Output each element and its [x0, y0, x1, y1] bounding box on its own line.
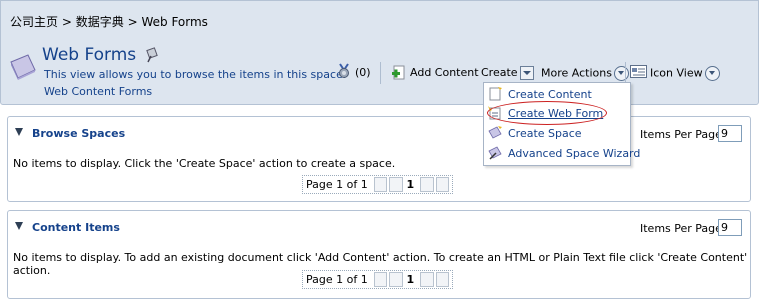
pager: Page 1 of 1 1: [302, 270, 453, 289]
icon-view-label: Icon View: [650, 66, 703, 80]
space-folder-icon: [10, 54, 36, 80]
current-page: 1: [406, 273, 415, 286]
icon-view-dropdown-icon[interactable]: [704, 66, 720, 81]
items-per-page-input[interactable]: 9: [718, 125, 742, 142]
next-page-icon[interactable]: [420, 177, 434, 192]
rules-count: (0): [355, 66, 371, 79]
next-page-icon[interactable]: [420, 272, 434, 287]
breadcrumb-home[interactable]: 公司主页: [10, 15, 58, 29]
more-actions-button[interactable]: More Actions: [541, 66, 629, 81]
menu-item-label: Create Content: [508, 87, 592, 101]
more-actions-dropdown-icon[interactable]: [613, 66, 629, 81]
page-subtitle: Web Content Forms: [44, 85, 153, 98]
add-content-icon[interactable]: [392, 65, 407, 80]
content-items-title: Content Items: [32, 221, 120, 234]
pin-icon[interactable]: [146, 47, 160, 63]
current-page: 1: [406, 178, 415, 191]
space-wizard-icon: [488, 146, 502, 160]
previous-page-icon[interactable]: [389, 272, 403, 287]
toolbar-separator: [380, 62, 381, 84]
breadcrumb-separator: >: [127, 15, 138, 29]
more-actions-label: More Actions: [541, 66, 612, 80]
last-page-icon[interactable]: [435, 177, 450, 192]
menu-item-label: Advanced Space Wizard: [508, 146, 641, 160]
pager: Page 1 of 1 1: [302, 175, 453, 194]
items-per-page-label: Items Per Page: [640, 128, 722, 141]
breadcrumb-current[interactable]: Web Forms: [141, 15, 207, 29]
add-content-button[interactable]: Add Content: [410, 66, 479, 79]
icon-view-icon[interactable]: [630, 65, 647, 78]
previous-page-icon[interactable]: [389, 177, 403, 192]
create-content-icon: [489, 87, 502, 101]
breadcrumb: 公司主页 > 数据字典 > Web Forms: [10, 13, 208, 30]
browse-spaces-title: Browse Spaces: [32, 127, 126, 140]
page-title: Web Forms: [42, 45, 137, 65]
menu-item-create-space[interactable]: Create Space: [488, 124, 582, 142]
collapse-toggle-icon[interactable]: [15, 222, 23, 230]
first-page-icon[interactable]: [373, 177, 388, 192]
breadcrumb-separator: >: [61, 15, 72, 29]
pager-label: Page 1 of 1: [306, 178, 368, 191]
create-label: Create: [481, 66, 518, 79]
toolbar-separator: [625, 62, 626, 84]
breadcrumb-dictionary[interactable]: 数据字典: [76, 15, 124, 29]
icon-view-button[interactable]: Icon View: [650, 66, 720, 81]
rules-icon[interactable]: [337, 63, 351, 79]
menu-item-advanced-space-wizard[interactable]: Advanced Space Wizard: [488, 144, 640, 162]
highlight-ring: [487, 101, 607, 125]
pager-label: Page 1 of 1: [306, 273, 368, 286]
page-description: This view allows you to browse the items…: [44, 68, 347, 81]
create-button[interactable]: Create: [481, 66, 534, 80]
items-per-page-label: Items Per Page: [640, 222, 722, 235]
first-page-icon[interactable]: [373, 272, 388, 287]
collapse-toggle-icon[interactable]: [15, 128, 23, 136]
create-space-icon: [488, 126, 502, 139]
menu-item-label: Create Space: [508, 126, 582, 140]
empty-message: No items to display. Click the 'Create S…: [13, 157, 396, 170]
create-dropdown-icon[interactable]: [519, 66, 534, 80]
items-per-page-input[interactable]: 9: [718, 219, 742, 236]
last-page-icon[interactable]: [435, 272, 450, 287]
